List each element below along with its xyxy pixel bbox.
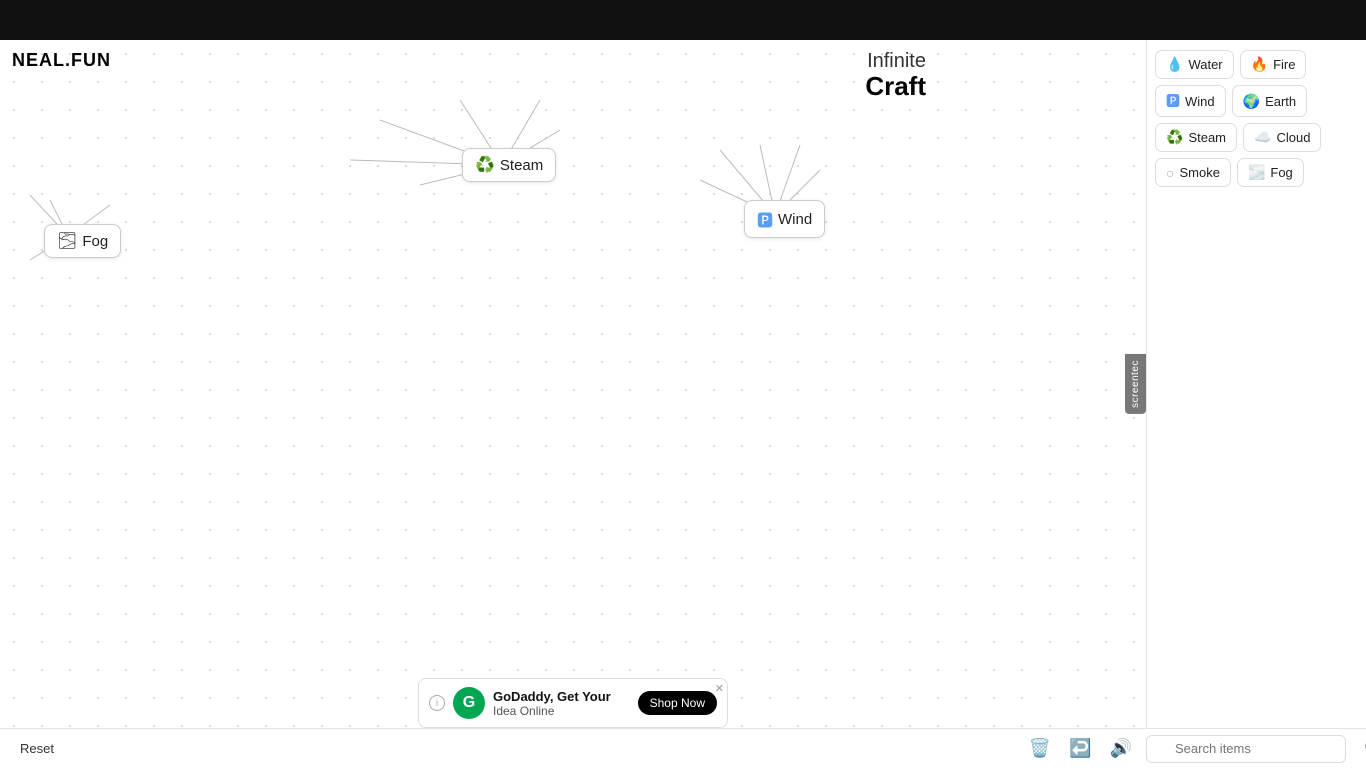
sound-button[interactable]: 🔊 <box>1106 734 1136 763</box>
game-title-line2: Craft <box>865 72 926 101</box>
wind-icon: 🅿 <box>757 207 773 231</box>
sidebar-item-fire[interactable]: 🔥 Fire <box>1240 50 1307 79</box>
search-input[interactable] <box>1146 735 1346 763</box>
canvas-area[interactable]: NEAL.FUN Infinite Craft <box>0 40 1146 728</box>
bottom-bar: Reset 🗑️ ↩️ 🔊 🔍 <box>0 728 1366 768</box>
ad-info-icon[interactable]: i <box>429 695 445 711</box>
water-label: Water <box>1188 57 1222 72</box>
water-icon: 💧 <box>1166 56 1183 73</box>
fire-icon: 🔥 <box>1251 56 1268 73</box>
reset-button[interactable]: Reset <box>12 737 62 760</box>
earth-icon: 🌍 <box>1243 93 1260 110</box>
fog-sidebar-label: Fog <box>1270 165 1292 180</box>
sidebar-item-cloud[interactable]: ☁️ Cloud <box>1243 123 1321 152</box>
fire-label: Fire <box>1273 57 1295 72</box>
ad-text: GoDaddy, Get Your Idea Online <box>493 689 630 718</box>
ad-banner: i G GoDaddy, Get Your Idea Online Shop N… <box>418 678 728 728</box>
sidebar-item-earth[interactable]: 🌍 Earth <box>1232 85 1308 117</box>
sidebar-item-smoke[interactable]: ○ Smoke <box>1155 158 1231 187</box>
earth-label: Earth <box>1265 94 1296 109</box>
fog-icon: 🌫 <box>57 231 77 251</box>
game-title-line1: Infinite <box>865 50 926 72</box>
bottom-right-icons: 🗑️ ↩️ 🔊 <box>1025 734 1136 763</box>
smoke-icon: ○ <box>1166 165 1174 181</box>
game-title: Infinite Craft <box>865 50 926 101</box>
fog-label: Fog <box>82 233 108 250</box>
cloud-icon: ☁️ <box>1254 129 1271 146</box>
cloud-label: Cloud <box>1276 130 1310 145</box>
canvas-element-steam[interactable]: ♻️ Steam <box>462 148 556 182</box>
canvas-element-fog[interactable]: 🌫 Fog <box>44 224 121 258</box>
canvas-element-wind[interactable]: 🅿 Wind <box>744 200 825 238</box>
steam-sidebar-label: Steam <box>1188 130 1226 145</box>
ad-subtitle: Idea Online <box>493 704 630 718</box>
top-bar <box>0 0 1366 40</box>
bottom-bar-left: Reset <box>12 737 62 760</box>
steam-label: Steam <box>500 157 543 174</box>
ad-logo: G <box>453 687 485 719</box>
undo-button[interactable]: ↩️ <box>1065 734 1095 763</box>
screentec-side-tab[interactable]: screentec <box>1125 354 1146 414</box>
ad-close-button[interactable]: ✕ <box>715 682 724 695</box>
wind-label: Wind <box>778 211 812 228</box>
connection-lines <box>0 40 1146 728</box>
smoke-label: Smoke <box>1179 165 1219 180</box>
sidebar-item-water[interactable]: 💧 Water <box>1155 50 1234 79</box>
ad-shop-button[interactable]: Shop Now <box>638 691 717 715</box>
trash-button[interactable]: 🗑️ <box>1025 734 1055 763</box>
sidebar-item-steam[interactable]: ♻️ Steam <box>1155 123 1237 152</box>
sidebar: 💧 Water 🔥 Fire 🅿 Wind 🌍 Earth ♻️ Steam ☁… <box>1146 40 1366 728</box>
ad-title: GoDaddy, Get Your <box>493 689 630 704</box>
fog-sidebar-icon: 🌫️ <box>1248 164 1265 181</box>
sidebar-item-wind[interactable]: 🅿 Wind <box>1155 85 1226 117</box>
steam-sidebar-icon: ♻️ <box>1166 129 1183 146</box>
main-area: NEAL.FUN Infinite Craft <box>0 40 1366 728</box>
steam-icon: ♻️ <box>475 155 495 175</box>
sidebar-item-fog[interactable]: 🌫️ Fog <box>1237 158 1304 187</box>
sidebar-items: 💧 Water 🔥 Fire 🅿 Wind 🌍 Earth ♻️ Steam ☁… <box>1155 50 1358 187</box>
wind-sidebar-label: Wind <box>1185 94 1215 109</box>
wind-sidebar-icon: 🅿 <box>1166 91 1180 111</box>
logo[interactable]: NEAL.FUN <box>12 50 111 71</box>
